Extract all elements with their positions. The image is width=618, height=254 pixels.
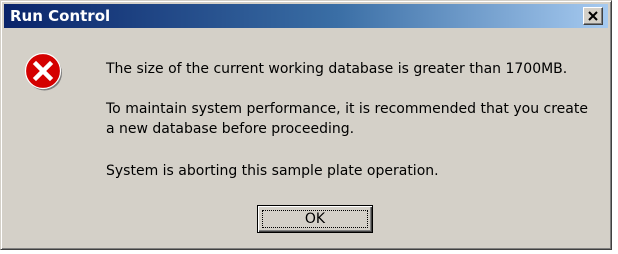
window-title: Run Control bbox=[10, 7, 111, 25]
message-line: System is aborting this sample plate ope… bbox=[106, 163, 439, 179]
ok-button[interactable]: OK bbox=[257, 205, 373, 233]
title-bar[interactable]: Run Control bbox=[4, 4, 608, 28]
ok-button-label: OK bbox=[262, 210, 368, 228]
close-icon bbox=[588, 11, 598, 21]
message-line: To maintain system performance, it is re… bbox=[106, 101, 588, 117]
message-line: The size of the current working database… bbox=[106, 61, 568, 77]
run-control-dialog: Run Control The size of the current work… bbox=[0, 0, 612, 250]
error-icon bbox=[24, 52, 62, 91]
message-line: a new database before proceeding. bbox=[106, 121, 355, 137]
close-button[interactable] bbox=[583, 7, 603, 25]
